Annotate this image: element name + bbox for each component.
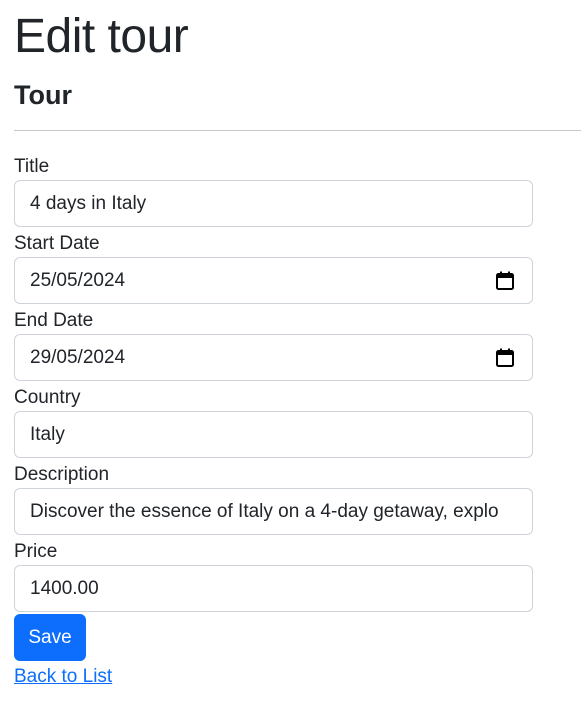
price-input[interactable]: 1400.00 [14,565,533,612]
title-group: Title 4 days in Italy [14,156,533,227]
description-input[interactable]: Discover the essence of Italy on a 4-day… [14,488,533,535]
price-label: Price [14,541,58,562]
price-input-value: 1400.00 [30,578,99,599]
country-label: Country [14,387,81,408]
start-date-input-value: 25/05/2024 [30,270,126,291]
start-date-input[interactable]: 25/05/2024 [14,257,533,304]
section-title: Tour [14,80,72,110]
save-button[interactable]: Save [14,614,86,661]
calendar-icon[interactable] [496,348,514,367]
end-date-group: End Date 29/05/2024 [14,310,533,381]
section-divider [14,130,581,131]
end-date-input-value: 29/05/2024 [30,347,126,368]
country-group: Country Italy [14,387,533,458]
price-group: Price 1400.00 [14,541,533,612]
start-date-label: Start Date [14,233,100,254]
end-date-input[interactable]: 29/05/2024 [14,334,533,381]
description-label: Description [14,464,110,485]
description-input-value: Discover the essence of Italy on a 4-day… [30,501,499,522]
title-input[interactable]: 4 days in Italy [14,180,533,227]
page-title: Edit tour [14,10,189,63]
title-input-value: 4 days in Italy [30,193,147,214]
calendar-icon[interactable] [496,271,514,290]
back-to-list-link[interactable]: Back to List [14,666,112,688]
end-date-label: End Date [14,310,94,331]
country-input-value: Italy [30,424,65,445]
title-label: Title [14,156,50,177]
country-input[interactable]: Italy [14,411,533,458]
start-date-group: Start Date 25/05/2024 [14,233,533,304]
description-group: Description Discover the essence of Ital… [14,464,533,535]
